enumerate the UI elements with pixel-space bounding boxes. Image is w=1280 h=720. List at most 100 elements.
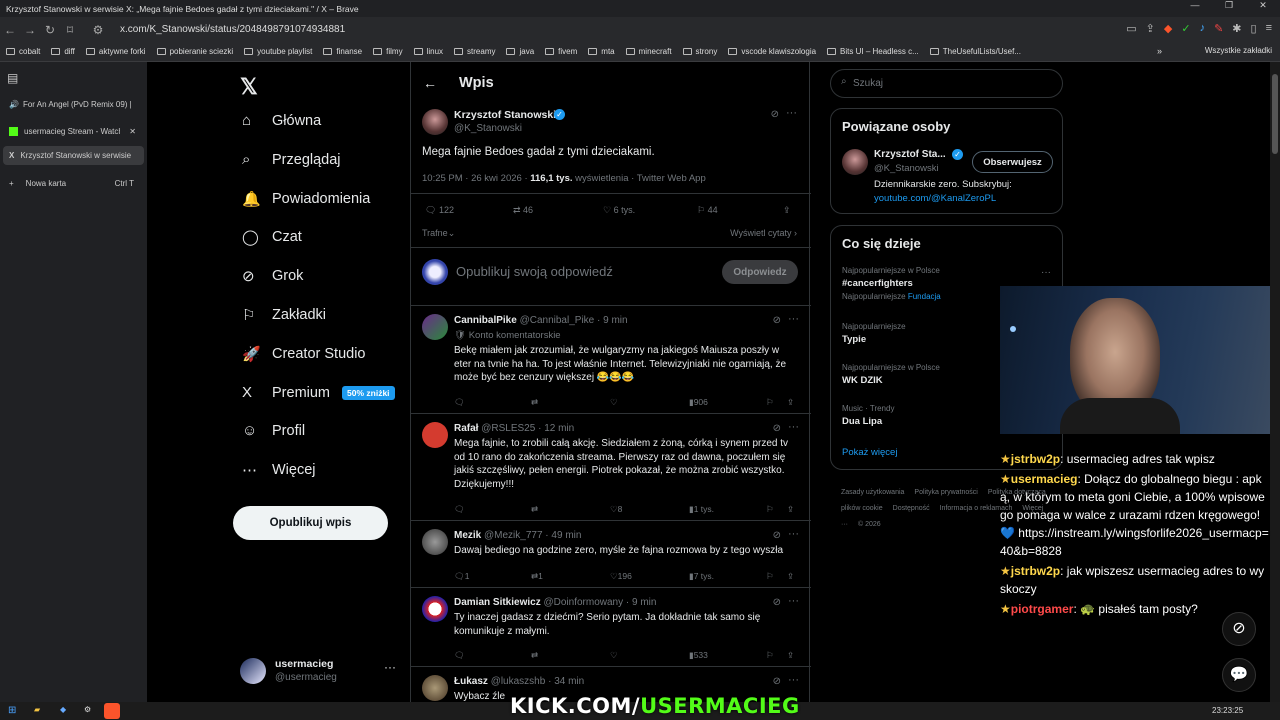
bookmark-item[interactable]: aktywne forki: [85, 47, 146, 56]
like-action[interactable]: ♡ 8: [610, 504, 622, 515]
related-name[interactable]: Krzysztof Sta...: [874, 149, 946, 160]
view-quotes-link[interactable]: Wyświetl cytaty ›: [730, 228, 797, 238]
reload-icon[interactable]: ↻: [40, 23, 60, 37]
nav-item-0[interactable]: ⌂ Główna: [242, 112, 321, 130]
reply-button[interactable]: Odpowiedz: [722, 260, 798, 284]
grok-icon[interactable]: ⊘: [773, 530, 781, 541]
tab-x-post[interactable]: X Krzysztof Stanowski w serwisie: [3, 146, 144, 165]
more-dots-icon[interactable]: ···: [786, 107, 797, 119]
windows-start-icon[interactable]: ⊞: [8, 705, 16, 716]
author-avatar[interactable]: [422, 109, 448, 135]
app-icon[interactable]: ⚙: [84, 705, 91, 714]
reply-item[interactable]: Damian Sitkiewicz @Doinformowany · 9 min…: [411, 587, 811, 666]
account-switcher[interactable]: usermacieg @usermacieg ···: [240, 656, 410, 688]
bookmark-item[interactable]: java: [506, 47, 534, 56]
bookmark-item[interactable]: strony: [682, 47, 717, 56]
url-field[interactable]: x.com/K_Stanowski/status/204849879107493…: [120, 24, 345, 35]
repost-action[interactable]: ⇄: [531, 397, 538, 408]
nav-item-7[interactable]: X Premium 50% zniżki: [242, 384, 395, 402]
sort-dropdown[interactable]: Trafne⌄: [422, 228, 455, 239]
repost-action[interactable]: ⇄: [531, 504, 538, 515]
author-handle[interactable]: @K_Stanowski: [454, 123, 522, 134]
bookmark-item[interactable]: vscode klawiszologia: [728, 47, 816, 56]
tab-music[interactable]: 🔊 For An Angel (PvD Remix 09) |: [3, 95, 144, 114]
more-dots-icon[interactable]: ···: [384, 660, 396, 674]
page-scrollbar[interactable]: [1270, 62, 1280, 702]
sidebar-icon[interactable]: ▯: [1251, 22, 1257, 35]
post-button[interactable]: Opublikuj wpis: [233, 506, 388, 540]
trend-link[interactable]: Fundacja: [908, 292, 941, 301]
share-icon[interactable]: ⇪: [787, 571, 794, 582]
grok-icon[interactable]: ⊘: [773, 676, 781, 687]
views-action[interactable]: ▮ 1 tys.: [689, 504, 714, 515]
reply-action[interactable]: 🗨: [454, 397, 465, 408]
tab-kick[interactable]: usermacieg Stream - Watch ✕: [3, 122, 144, 141]
reply-action[interactable]: 🗨: [454, 504, 465, 515]
more-dots-icon[interactable]: ···: [788, 313, 799, 325]
more-dots-icon[interactable]: ···: [788, 595, 799, 607]
avatar[interactable]: [422, 314, 448, 340]
reply-action[interactable]: 🗨 122: [425, 205, 454, 216]
nav-item-4[interactable]: ⊘ Grok: [242, 267, 303, 285]
bookmark-icon[interactable]: ⚐: [766, 504, 774, 515]
reply-item[interactable]: Rafał @RSLES25 · 12 min ⊘ ··· Mega fajnie…: [411, 413, 811, 520]
grok-fab-icon[interactable]: ⊘: [1222, 612, 1256, 646]
views-action[interactable]: ▮ 533: [689, 650, 708, 661]
bookmark-icon[interactable]: ⌑: [60, 23, 80, 37]
like-action[interactable]: ♡ 6 tys.: [603, 205, 635, 216]
app-icon[interactable]: ◆: [60, 705, 66, 714]
share-icon[interactable]: ⇪: [787, 504, 794, 515]
related-link[interactable]: youtube.com/@KanalZeroPL: [874, 193, 996, 204]
share-icon[interactable]: ⇪: [787, 650, 794, 661]
nav-item-2[interactable]: 🔔 Powiadomienia: [242, 190, 370, 208]
bookmark-item[interactable]: finanse: [323, 47, 362, 56]
share-icon[interactable]: ⇪: [1146, 22, 1155, 35]
check-icon[interactable]: ✓: [1181, 22, 1190, 35]
minimize-icon[interactable]: —: [1178, 0, 1212, 11]
more-dots-icon[interactable]: ···: [788, 528, 799, 540]
bookmarks-overflow-icon[interactable]: »: [1157, 46, 1162, 56]
nav-item-9[interactable]: ⋯ Więcej: [242, 461, 316, 479]
repost-action[interactable]: ⇄ 46: [513, 205, 533, 216]
folder-icon[interactable]: ▰: [34, 705, 40, 714]
tab-close-icon[interactable]: ✕: [129, 127, 136, 136]
nav-item-6[interactable]: 🚀 Creator Studio: [242, 345, 366, 363]
forward-icon[interactable]: →: [20, 23, 40, 37]
reply-author[interactable]: CannibalPike @Cannibal_Pike · 9 min: [454, 315, 628, 326]
messages-fab-icon[interactable]: 💬: [1222, 658, 1256, 692]
nav-item-5[interactable]: ⚐ Zakładki: [242, 306, 326, 324]
bookmark-item[interactable]: streamy: [454, 47, 495, 56]
repost-action[interactable]: ⇄ 1: [531, 571, 543, 582]
more-dots-icon[interactable]: ···: [1041, 267, 1051, 278]
menu-icon[interactable]: ≡: [1266, 22, 1272, 35]
all-bookmarks[interactable]: Wszystkie zakładki: [1205, 46, 1272, 55]
bookmark-item[interactable]: fivem: [545, 47, 577, 56]
bookmark-item[interactable]: linux: [413, 47, 443, 56]
nav-item-3[interactable]: ◯ Czat: [242, 228, 302, 246]
avatar[interactable]: [842, 149, 868, 175]
bookmark-icon[interactable]: ⚐: [766, 571, 774, 582]
nav-item-1[interactable]: ⌕ Przeglądaj: [242, 151, 341, 169]
reply-author[interactable]: Rafał @RSLES25 · 12 min: [454, 423, 574, 434]
bookmark-item[interactable]: mta: [588, 47, 615, 56]
nav-item-8[interactable]: ☺ Profil: [242, 422, 305, 440]
reply-author[interactable]: Damian Sitkiewicz @Doinformowany · 9 min: [454, 597, 656, 608]
bookmark-item[interactable]: TheUsefulLists/Usef...: [929, 47, 1021, 56]
grok-icon[interactable]: ⊘: [773, 597, 781, 608]
site-info-icon[interactable]: ⚙: [88, 23, 108, 37]
author-name[interactable]: Krzysztof Stanowski: [454, 109, 556, 121]
bookmark-item[interactable]: cobalt: [6, 47, 40, 56]
repost-action[interactable]: ⇄: [531, 650, 538, 661]
brave-icon[interactable]: [104, 703, 120, 719]
footer-link[interactable]: Polityka prywatności: [914, 489, 977, 496]
bookmark-item[interactable]: pobieranie sciezki: [156, 47, 233, 56]
maximize-icon[interactable]: ❐: [1212, 0, 1246, 11]
grok-icon[interactable]: ⊘: [771, 109, 779, 120]
sidebar-toggle-icon[interactable]: ▤: [7, 71, 18, 85]
back-icon[interactable]: ←: [0, 23, 20, 37]
close-icon[interactable]: ✕: [1246, 0, 1280, 11]
pen-icon[interactable]: ✎: [1214, 22, 1223, 35]
reply-item[interactable]: Mezik @Mezik_777 · 49 min ⊘ ··· Dawaj bed…: [411, 520, 811, 587]
more-dots-icon[interactable]: ···: [788, 421, 799, 433]
like-action[interactable]: ♡: [610, 397, 618, 408]
